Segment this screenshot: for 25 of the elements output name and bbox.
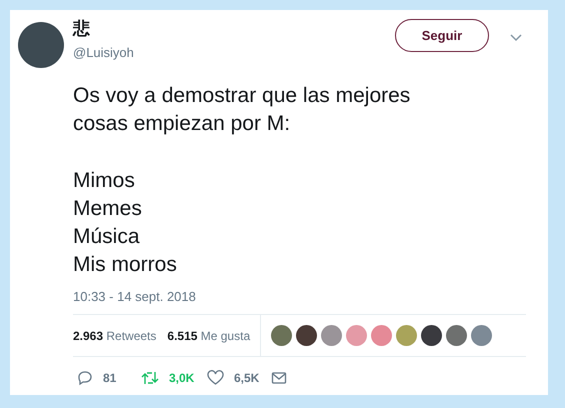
tweet-text: Mis morros bbox=[73, 252, 178, 278]
follow-button[interactable]: Seguir bbox=[395, 19, 489, 52]
action-count: 3,0K bbox=[169, 371, 194, 385]
tweet-text: Memes bbox=[73, 196, 143, 222]
timestamp[interactable]: 10:33 - 14 sept. 2018 bbox=[73, 289, 534, 304]
tweet-text: Mimos bbox=[73, 168, 136, 194]
author-handle[interactable]: @Luisiyoh bbox=[73, 45, 395, 60]
liker-avatar[interactable] bbox=[296, 325, 318, 346]
retweet-icon[interactable] bbox=[141, 370, 159, 386]
liker-avatar[interactable] bbox=[421, 325, 442, 346]
reply-icon[interactable] bbox=[77, 370, 93, 386]
author-name[interactable]: 悲 bbox=[73, 18, 395, 40]
action-count: 6,5K bbox=[234, 371, 260, 385]
liker-avatar[interactable] bbox=[271, 325, 292, 346]
chevron-down-icon[interactable] bbox=[510, 34, 522, 42]
tweet-text: Os voy a demostrar que las mejores bbox=[73, 83, 412, 109]
action-count: 81 bbox=[103, 371, 116, 385]
stat-count[interactable]: 2.963 Retweets bbox=[73, 328, 156, 342]
avatar[interactable] bbox=[18, 22, 64, 68]
tweet-text: cosas empiezan por M: bbox=[73, 111, 292, 137]
liker-avatar[interactable] bbox=[446, 325, 468, 346]
envelope-icon[interactable] bbox=[271, 371, 287, 385]
tweet-text: Música bbox=[73, 224, 141, 250]
stat-count[interactable]: 6.515 Me gusta bbox=[167, 328, 250, 342]
heart-icon[interactable] bbox=[207, 370, 224, 386]
